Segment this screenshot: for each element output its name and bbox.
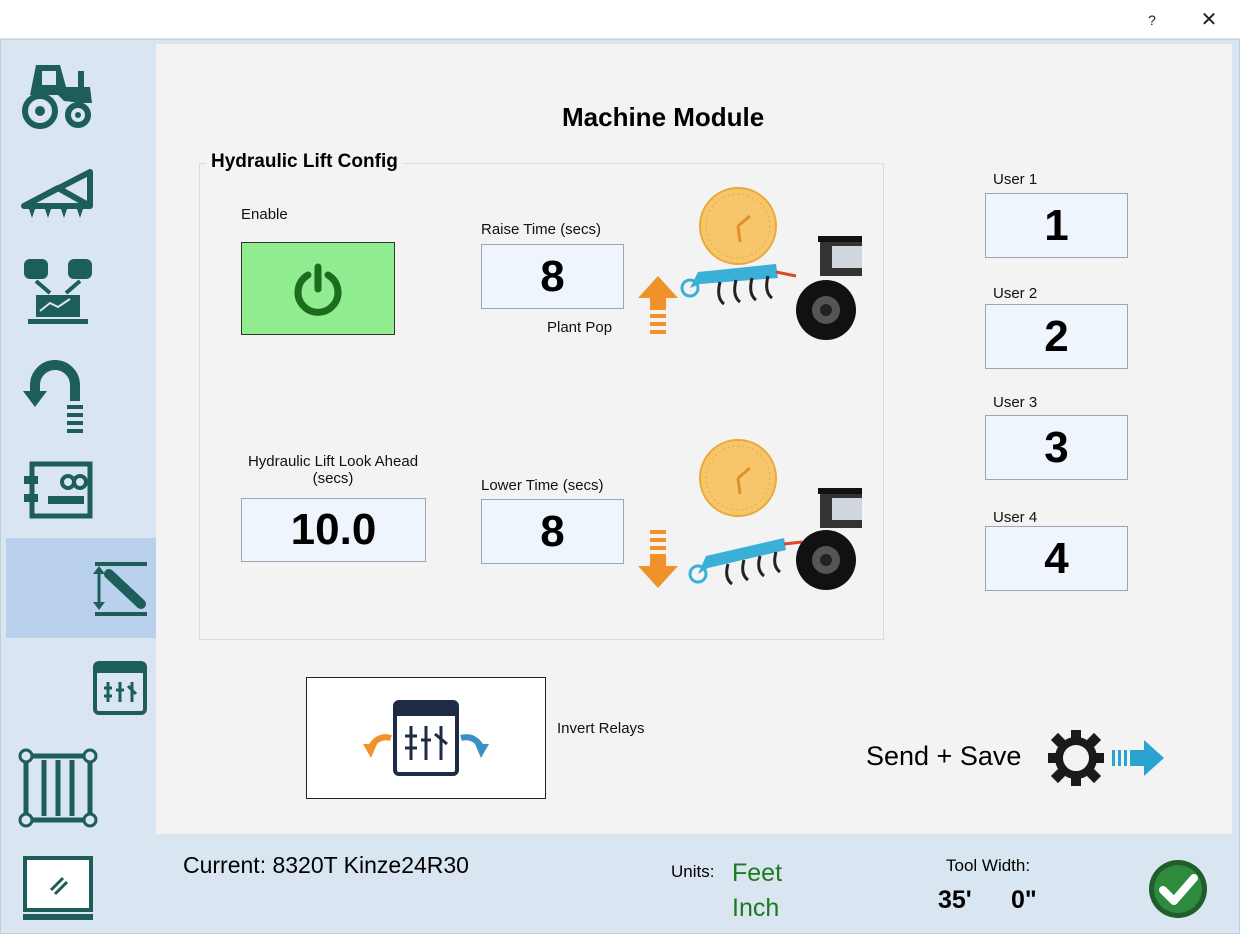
invert-relays-button[interactable] [306,677,546,799]
user-2-label: User 2 [993,285,1038,302]
invert-relays-icon [363,700,489,776]
nav-hydraulic-lift[interactable] [6,538,156,638]
user-3-field[interactable]: 3 [985,415,1128,480]
units-secondary: Inch [732,894,780,922]
nav-controllers[interactable] [8,252,108,332]
nav-tractor[interactable] [8,52,108,138]
lower-time-field[interactable]: 8 [481,499,624,564]
send-arrow-icon [1112,740,1164,776]
hydraulic-lift-group-title: Hydraulic Lift Config [206,151,403,173]
nav-module-board[interactable] [8,450,108,530]
send-save-button[interactable] [1048,730,1166,786]
plant-pop-label: Plant Pop [547,319,613,336]
user-3-label: User 3 [993,394,1038,411]
lower-illustration [638,439,862,590]
tool-width-inches: 0" [1011,886,1037,914]
tool-width-label: Tool Width: [946,856,1031,875]
gear-icon [1048,730,1104,786]
timer-icon [699,439,777,517]
timer-icon [699,187,777,265]
user-1-label: User 1 [993,171,1038,188]
user-1-field[interactable]: 1 [985,193,1128,258]
u-turn-icon [23,360,83,433]
raise-time-label: Raise Time (secs) [481,221,602,238]
lower-time-label: Lower Time (secs) [481,477,604,494]
implement-raised-icon [680,264,797,306]
tractor-icon [22,65,92,129]
look-ahead-label: Hydraulic Lift Look Ahead (secs) [247,453,419,487]
nav-relay[interactable] [70,655,170,721]
nav-u-turn[interactable] [8,352,108,438]
nav-frame[interactable] [8,745,108,831]
implement-lowered-icon [688,538,803,586]
display-icon [23,856,93,920]
current-profile: Current: 8320T Kinze24R30 [183,852,469,878]
enable-toggle-button[interactable] [241,242,395,335]
power-icon [294,263,342,316]
invert-relays-label: Invert Relays [557,720,645,737]
units-label: Units: [671,862,715,881]
tractor-rear-icon [796,236,862,340]
close-button[interactable]: ✕ [1194,6,1224,34]
help-button[interactable]: ? [1137,6,1167,34]
tool-width-feet: 35' [938,886,972,914]
controllers-icon [24,259,92,324]
look-ahead-field[interactable]: 10.0 [241,498,426,562]
units-primary: Feet [732,859,783,887]
relay-icon [93,661,147,715]
raise-time-field[interactable]: 8 [481,244,624,309]
lower-arrow-icon [638,530,678,588]
raise-arrow-icon [638,276,678,334]
user-2-field[interactable]: 2 [985,304,1128,369]
hydraulic-lift-icon [93,562,147,616]
title-bar: ? ✕ [0,0,1240,39]
user-4-label: User 4 [993,509,1038,526]
enable-label: Enable [241,206,288,223]
send-save-label[interactable]: Send + Save [866,741,1021,772]
raise-illustration [638,187,862,340]
frame-icon [18,748,98,828]
tractor-rear-icon [796,488,862,590]
nav-display[interactable] [8,848,108,928]
nav-implement[interactable] [8,152,108,232]
confirm-button[interactable] [1147,858,1209,920]
implement-icon [21,169,93,218]
module-board-icon [24,461,93,519]
user-4-field[interactable]: 4 [985,526,1128,591]
page-title: Machine Module [562,102,765,132]
